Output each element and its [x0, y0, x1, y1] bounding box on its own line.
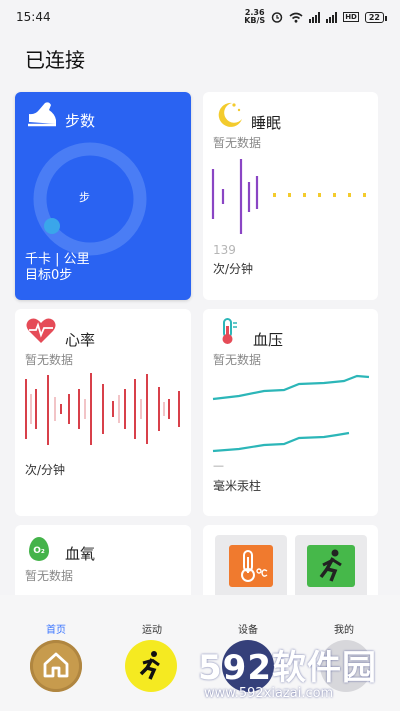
oxygen-status: 暂无数据: [25, 569, 74, 583]
temperature-tile[interactable]: [215, 535, 287, 601]
shoe-icon: [28, 102, 56, 127]
sleep-chart: [211, 159, 366, 234]
tab-home-label[interactable]: 首页: [26, 621, 86, 636]
temperature-icon: [229, 545, 273, 587]
bp-status: 暂无数据: [213, 353, 262, 367]
status-bar: 15:44 2.36 KB/S HD 22: [0, 0, 400, 34]
bp-title: 血压: [253, 331, 284, 349]
running-icon: [307, 545, 355, 587]
steps-progress-ring: [33, 142, 147, 256]
moon-icon: [218, 102, 242, 127]
blood-pressure-card[interactable]: 血压 暂无数据 — 毫米汞柱: [203, 309, 378, 516]
tab-me-label[interactable]: 我的: [314, 621, 374, 636]
home-icon: [43, 652, 69, 678]
steps-title: 步数: [65, 112, 96, 130]
sleep-card[interactable]: 睡眠 暂无数据 139 次/分钟: [203, 92, 378, 300]
status-icons: 2.36 KB/S HD 22: [244, 8, 388, 25]
steps-card[interactable]: 步数 步 千卡 | 公里 目标0步: [15, 92, 191, 300]
status-time: 15:44: [16, 10, 51, 24]
bp-value: —: [213, 459, 224, 472]
tab-device-label[interactable]: 设备: [218, 621, 278, 636]
alarm-icon: [271, 12, 283, 23]
bp-chart: [212, 374, 370, 453]
tab-sport[interactable]: [125, 640, 177, 692]
tab-home[interactable]: [30, 640, 82, 692]
sleep-unit: 次/分钟: [213, 262, 254, 276]
tools-card: [203, 525, 378, 605]
heart-chart: [25, 373, 180, 445]
heart-title: 心率: [65, 331, 96, 349]
tab-sport-label[interactable]: 运动: [122, 621, 182, 636]
watermark-url: www.592xiazai.com: [204, 686, 334, 701]
runner-icon: [139, 651, 160, 680]
oxygen-title: 血氧: [65, 545, 96, 563]
sleep-title: 睡眠: [251, 114, 282, 132]
oxygen-icon: O₂: [29, 537, 49, 561]
signal-icon: [309, 11, 321, 23]
page-title: 已连接: [25, 48, 85, 72]
heart-status: 暂无数据: [25, 353, 74, 367]
heart-rate-card[interactable]: 心率 暂无数据 次/分钟: [15, 309, 191, 516]
heart-unit: 次/分钟: [25, 463, 66, 477]
watermark: 592软件园 www.592xiazai.com: [198, 640, 398, 708]
thermometer-icon: [222, 318, 237, 344]
steps-ring-knob: [44, 218, 60, 234]
signal-icon-2: [326, 11, 338, 23]
watermark-logo: 592软件园: [198, 648, 377, 688]
battery-icon: 22: [364, 11, 388, 23]
steps-goal: 目标0步: [25, 268, 73, 283]
sleep-status: 暂无数据: [213, 136, 262, 150]
hd-icon: HD: [343, 12, 359, 22]
running-tile[interactable]: [295, 535, 367, 601]
bp-unit: 毫米汞柱: [213, 479, 262, 493]
sleep-value: 139: [213, 243, 236, 257]
steps-ring-label: 步: [79, 191, 90, 204]
network-speed: 2.36 KB/S: [244, 8, 266, 25]
wifi-icon: [289, 12, 303, 23]
blood-oxygen-card[interactable]: O₂ 血氧 暂无数据: [15, 525, 191, 605]
heart-icon: [26, 318, 56, 343]
